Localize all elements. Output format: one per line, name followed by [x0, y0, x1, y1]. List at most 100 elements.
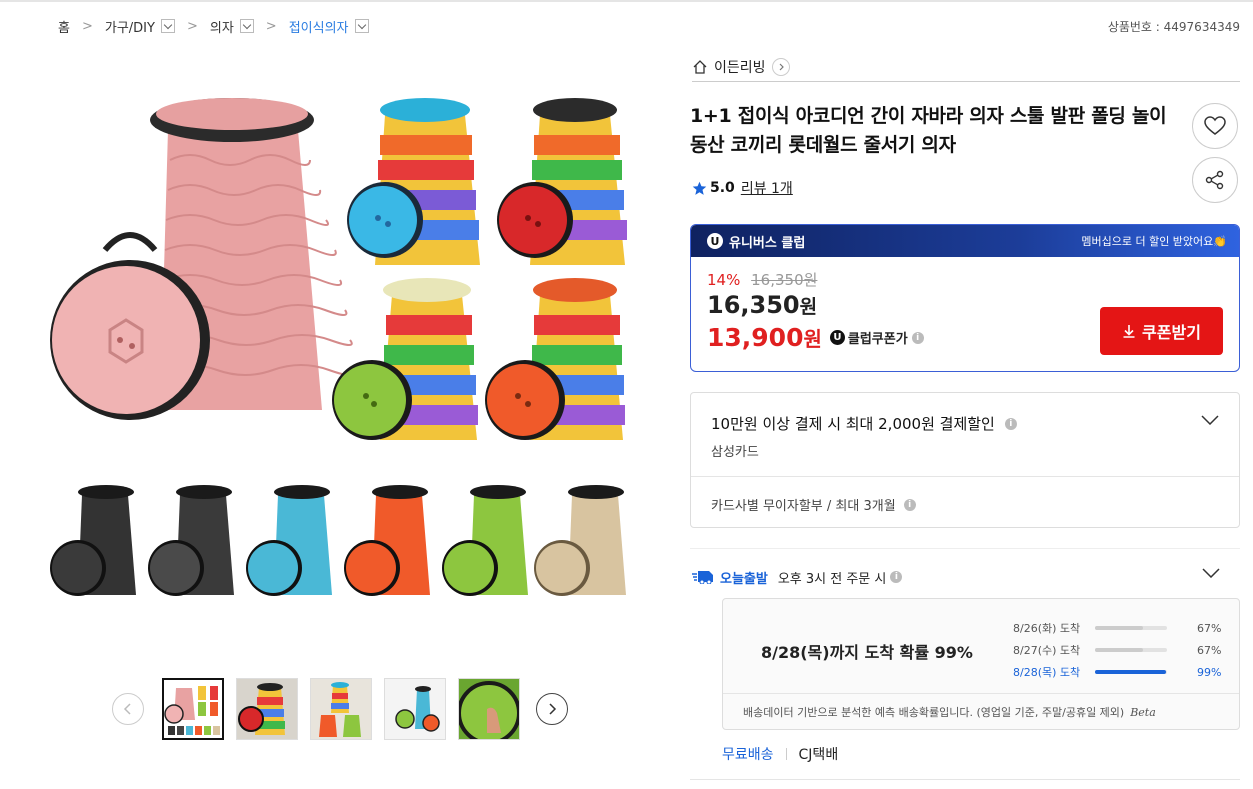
courier-name: CJ택배 [798, 747, 839, 763]
thumbnail-carousel [112, 678, 568, 740]
universe-club-header: U 유니버스 클럽 멤버십으로 더 할인 받았어요👏 [691, 225, 1239, 257]
rainbow-stool-red-image [497, 98, 627, 265]
club-price-currency: 원 [803, 327, 822, 351]
home-icon [693, 59, 707, 74]
breadcrumb-home[interactable]: 홈 [58, 17, 70, 36]
chevron-down-icon[interactable] [239, 19, 254, 33]
club-coupon-tag: U 클럽쿠폰가 i [829, 328, 924, 347]
thumbnail-4[interactable] [384, 678, 446, 740]
probability-bar [1095, 626, 1167, 630]
price-details: 14% 16,350원 16,350원 13,900원 U 클럽쿠폰가 i 쿠폰… [691, 257, 1239, 371]
thumbnail-5[interactable] [458, 678, 520, 740]
card-discount-box: 10만원 이상 결제 시 최대 2,000원 결제할인 i 삼성카드 카드사별 … [690, 392, 1240, 528]
review-count-link[interactable]: 리뷰 1개 [741, 178, 793, 198]
free-shipping-label: 무료배송 [722, 747, 774, 763]
main-product-image[interactable] [40, 90, 640, 610]
truck-icon [692, 571, 713, 584]
club-price-value: 13,900 [707, 323, 804, 352]
info-icon[interactable]: i [903, 498, 916, 511]
thumbnail-prev-button[interactable] [112, 693, 144, 725]
store-row[interactable]: 이든리빙 [692, 52, 1240, 82]
probability-bar-fill [1095, 626, 1144, 630]
probability-date: 8/28(목) 도착 [1013, 666, 1081, 679]
info-icon[interactable]: i [911, 331, 924, 344]
info-icon[interactable]: i [1004, 417, 1017, 430]
info-icon[interactable]: i [890, 571, 903, 583]
get-coupon-button[interactable]: 쿠폰받기 [1100, 307, 1223, 355]
delivery-cutoff-text: 오후 3시 전 주문 시 [777, 571, 887, 587]
universe-club-badge-small: U [829, 330, 845, 345]
today-delivery-label: 오늘출발 [720, 571, 768, 587]
shipping-row: 무료배송 CJ택배 [722, 744, 838, 764]
sale-price-value: 16,350 [707, 291, 800, 319]
universe-club-label: 유니버스 클럽 [729, 235, 806, 251]
product-title: 1+1 접이식 아코디언 간이 자바라 의자 스툴 발판 폴딩 놀이동산 코끼리… [690, 105, 1167, 156]
chevron-left-icon [123, 703, 131, 715]
universe-club-badge: U [707, 233, 723, 249]
sale-price-currency: 원 [799, 296, 818, 318]
price-box: U 유니버스 클럽 멤버십으로 더 할인 받았어요👏 14% 16,350원 1… [690, 224, 1240, 372]
pink-stool-image [50, 98, 355, 420]
rainbow-stool-orange-image [485, 278, 625, 440]
installment-info: 카드사별 무이자할부 / 최대 3개월 i [711, 495, 916, 514]
color-variants-row-image [50, 485, 626, 596]
chevron-right-icon [549, 703, 557, 715]
universe-club-brand: U 유니버스 클럽 [707, 232, 805, 251]
card-discount-text: 10만원 이상 결제 시 최대 2,000원 결제할인 [711, 415, 995, 433]
card-discount-summary[interactable]: 10만원 이상 결제 시 최대 2,000원 결제할인 i 삼성카드 [691, 393, 1239, 477]
share-button[interactable] [1192, 157, 1238, 203]
club-price-row: 13,900원 U 클럽쿠폰가 i [707, 323, 924, 352]
breadcrumb-item-chair[interactable]: 의자 [210, 17, 254, 36]
bottom-divider [690, 779, 1240, 780]
chevron-down-icon[interactable] [1201, 415, 1219, 425]
probability-footnote-text: 배송데이터 기반으로 분석한 예측 배송확률입니다. (영업일 기준, 주말/공… [743, 706, 1125, 719]
thumbnail-2[interactable] [236, 678, 298, 740]
share-icon [1205, 170, 1224, 190]
rainbow-stool-green-image [332, 278, 478, 440]
breadcrumb-folding-chair-label[interactable]: 접이식의자 [289, 17, 349, 36]
store-name[interactable]: 이든리빙 [714, 57, 766, 77]
chevron-up-icon[interactable] [1202, 568, 1220, 578]
breadcrumb-chair-label[interactable]: 의자 [210, 17, 234, 36]
thumbnail-1[interactable] [162, 678, 224, 740]
delivery-cutoff: 오후 3시 전 주문 시 i [778, 568, 903, 587]
breadcrumb: 홈 > 가구/DIY > 의자 > 접이식의자 [58, 16, 369, 36]
club-coupon-label: 클럽쿠폰가 [847, 332, 908, 347]
chevron-down-icon[interactable] [160, 19, 175, 33]
probability-row-highlighted: 8/28(목) 도착 99% [1013, 661, 1227, 683]
probability-bar-fill [1095, 648, 1144, 652]
beta-label: Beta [1130, 705, 1156, 719]
download-icon [1123, 325, 1135, 338]
probability-bar [1095, 648, 1167, 652]
thumbnail-3[interactable] [310, 678, 372, 740]
today-delivery-row[interactable]: 오늘출발 오후 3시 전 주문 시 i [692, 566, 1240, 588]
probability-row: 8/27(수) 도착 67% [1013, 639, 1227, 661]
get-coupon-label[interactable]: 쿠폰받기 [1142, 319, 1201, 343]
rating-row: 5.0 리뷰 1개 [692, 178, 793, 198]
probability-date: 8/26(화) 도착 [1013, 622, 1081, 635]
chevron-down-icon[interactable] [354, 19, 369, 33]
club-coupon-price: 13,900원 [707, 323, 822, 352]
installment-text: 카드사별 무이자할부 / 최대 3개월 [711, 499, 896, 514]
breadcrumb-item-folding-chair[interactable]: 접이식의자 [289, 17, 369, 36]
breadcrumb-furniture-label[interactable]: 가구/DIY [105, 17, 155, 36]
probability-percent: 67% [1197, 643, 1222, 657]
thumbnail-next-button[interactable] [536, 693, 568, 725]
breadcrumb-item-furniture[interactable]: 가구/DIY [105, 17, 175, 36]
discount-line: 14% 16,350원 [707, 269, 817, 290]
probability-footnote: 배송데이터 기반으로 분석한 예측 배송확률입니다. (영업일 기준, 주말/공… [723, 693, 1239, 730]
chevron-right-icon[interactable] [771, 57, 790, 76]
probability-bar [1095, 670, 1167, 674]
like-button[interactable] [1192, 103, 1238, 149]
delivery-probability-headline: 8/28(목)까지 도착 확률 99% [761, 643, 973, 662]
heart-icon [1204, 116, 1226, 135]
product-number: 상품번호 : 4497634349 [1107, 20, 1240, 34]
top-divider [0, 0, 1253, 2]
breadcrumb-separator: > [186, 18, 198, 34]
delivery-probability-box: 8/28(목)까지 도착 확률 99% 8/26(화) 도착 67% 8/27(… [722, 598, 1240, 730]
membership-promo-text: 멤버십으로 더 할인 받았어요👏 [1081, 235, 1227, 248]
card-issuer: 삼성카드 [711, 445, 759, 460]
probability-row: 8/26(화) 도착 67% [1013, 617, 1227, 639]
breadcrumb-home-label[interactable]: 홈 [58, 17, 70, 36]
sale-price: 16,350원 [707, 291, 817, 319]
